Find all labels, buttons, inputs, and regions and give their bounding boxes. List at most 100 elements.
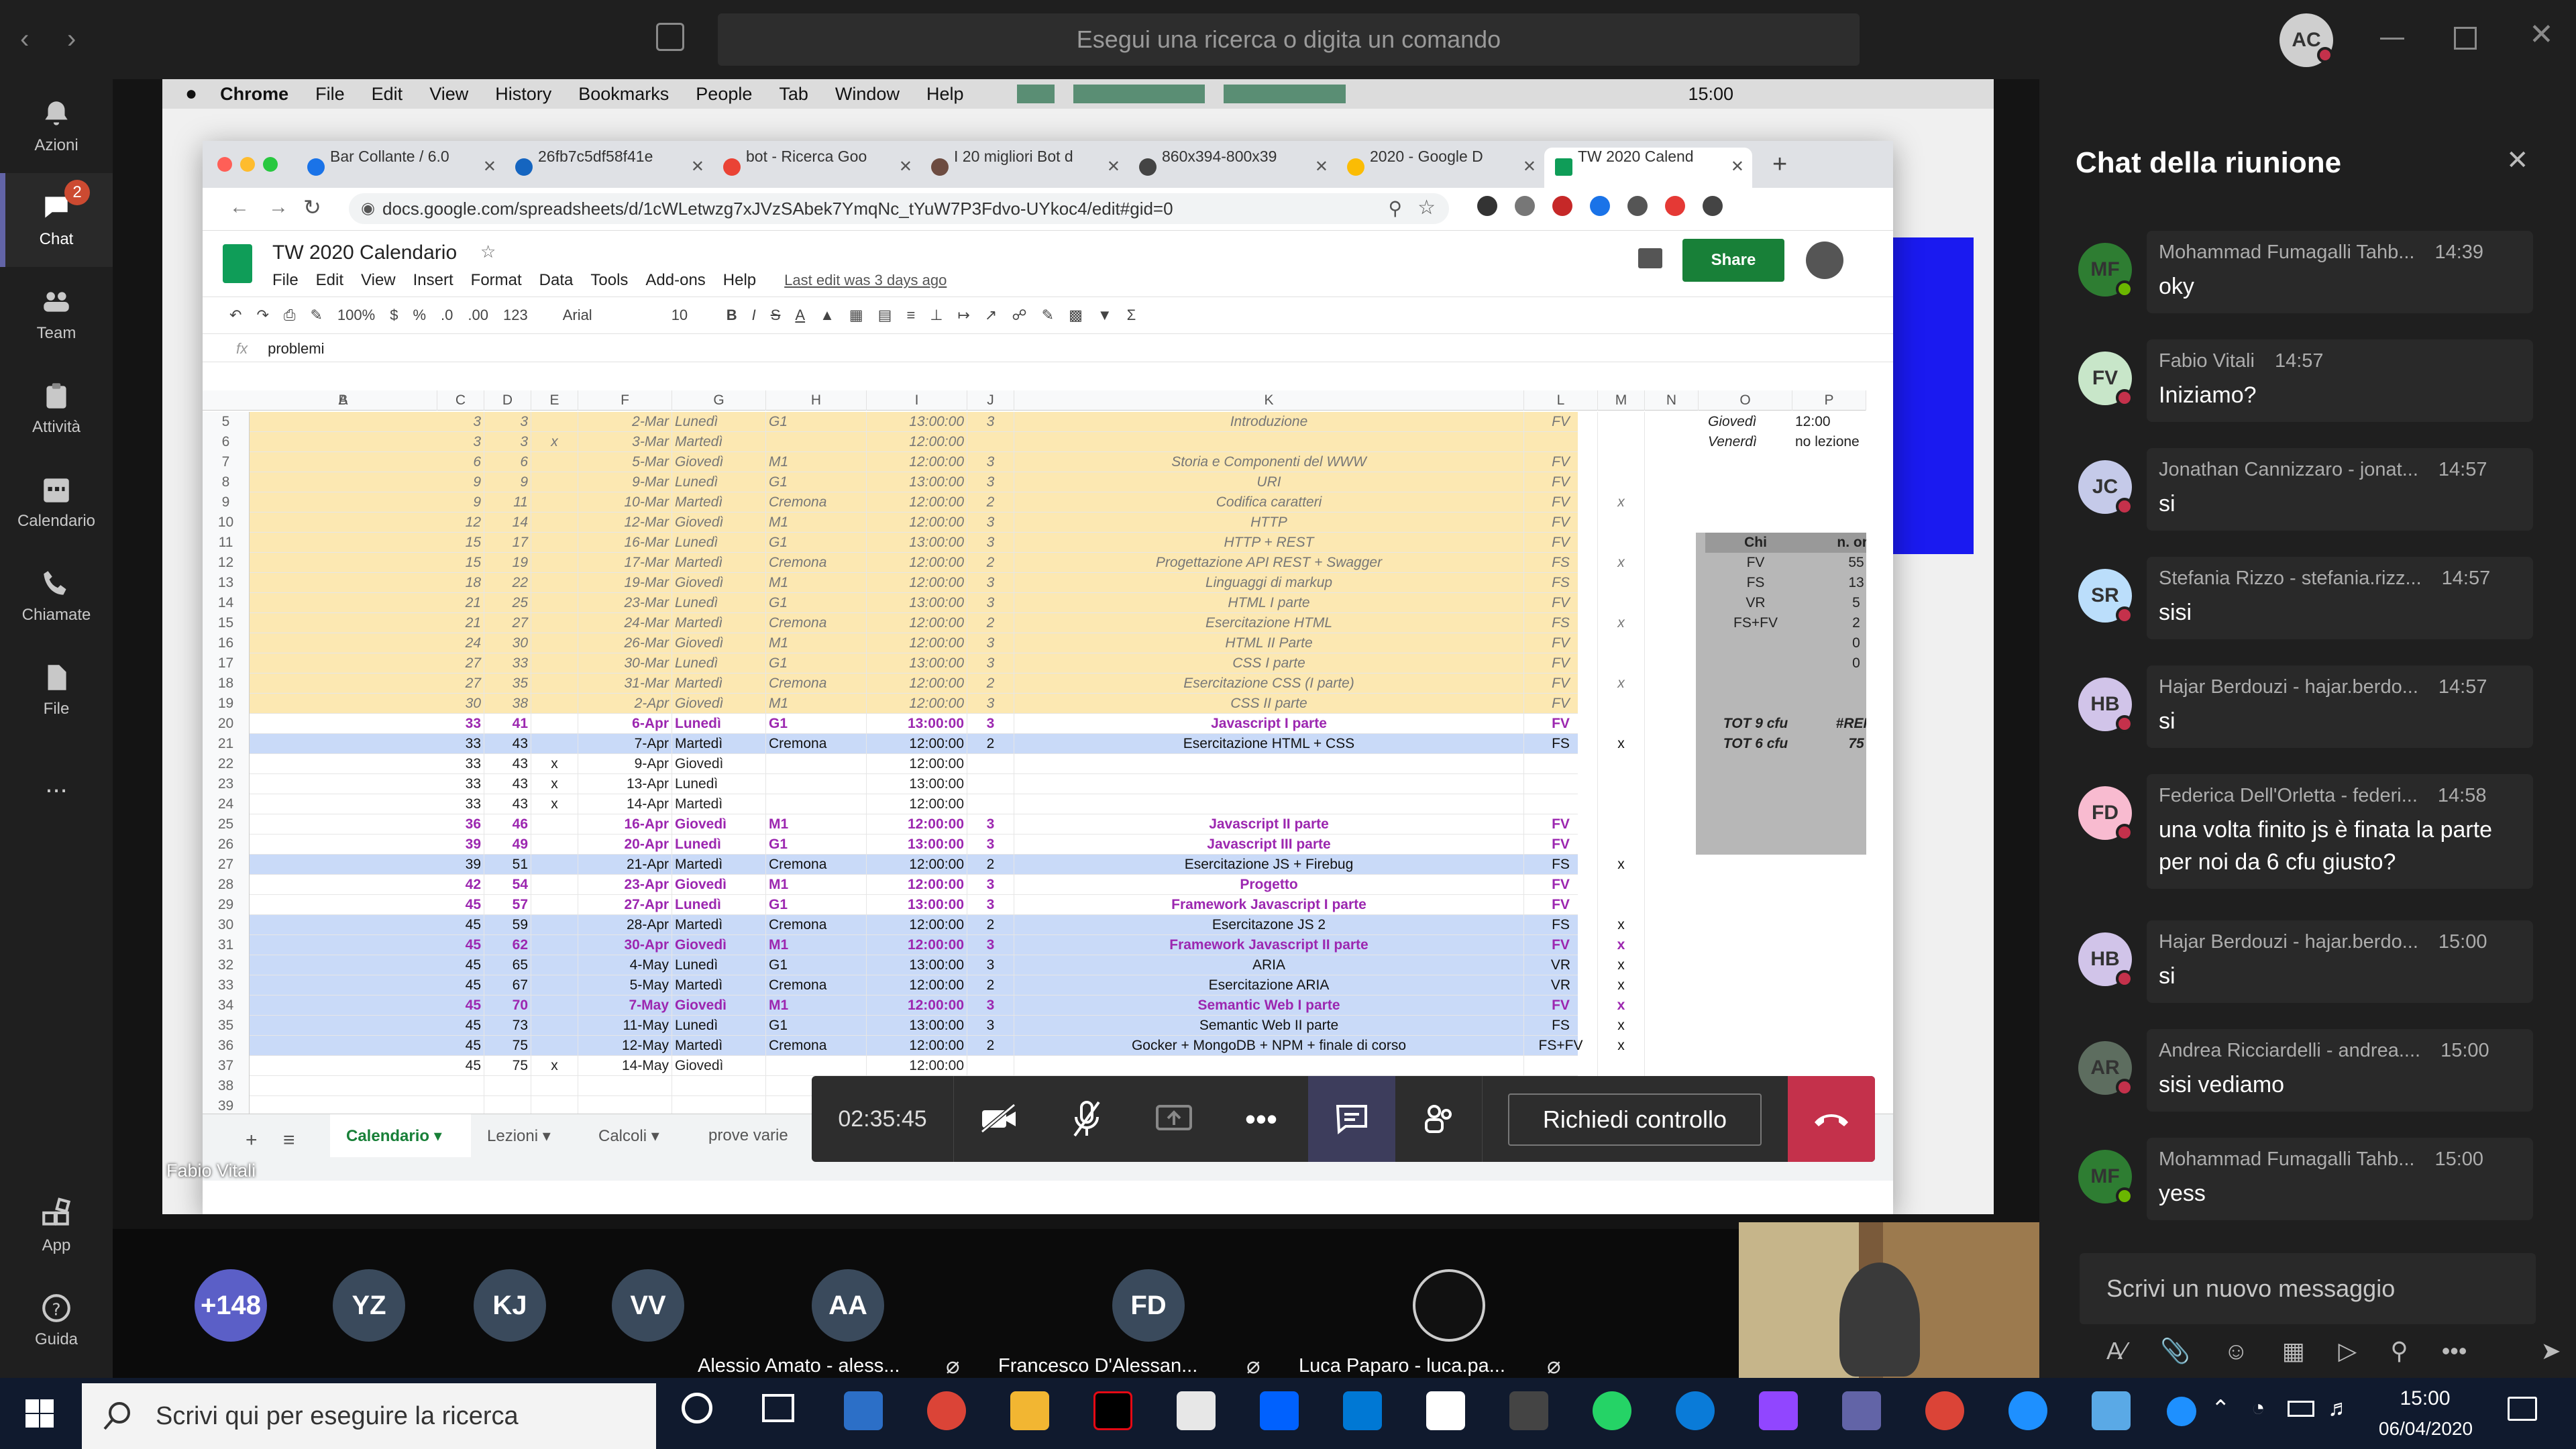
column-header[interactable]: F [578,390,672,411]
menu-help[interactable]: Help [723,271,756,290]
table-cell[interactable]: 30-Apr [578,935,672,955]
table-cell[interactable]: 30 [484,633,531,653]
table-cell[interactable]: 12:00:00 [867,1056,967,1076]
redo-icon[interactable]: ↷ [256,307,268,324]
table-cell[interactable]: VR [1524,955,1598,975]
text-color-icon[interactable]: A [795,307,805,324]
sheet-tab[interactable]: Lezioni ▾ [487,1126,551,1146]
table-cell[interactable] [766,432,867,452]
cortana-icon[interactable] [682,1393,712,1424]
table-cell[interactable]: 16-Apr [578,814,672,835]
share-screen-button[interactable] [1140,1076,1208,1162]
table-cell[interactable] [1598,754,1645,774]
table-cell[interactable]: 12:00:00 [867,754,967,774]
table-cell[interactable]: 12:00:00 [867,814,967,835]
table-cell[interactable]: M1 [766,513,867,533]
table-cell[interactable]: Codifica caratteri [1014,492,1524,513]
praise-icon[interactable]: ⚲ [2390,1337,2408,1365]
paint-format-icon[interactable]: ✎ [310,307,322,324]
participant-avatar[interactable] [1413,1269,1485,1342]
table-cell[interactable]: 23-Apr [578,875,672,895]
table-cell[interactable]: FV [1524,633,1598,653]
browser-tab[interactable]: 860x394-800x39 ✕ [1128,148,1336,188]
font-select[interactable]: Arial [563,307,657,324]
total-cell[interactable]: #REF! [1806,714,1866,734]
table-cell[interactable]: 17-Mar [578,553,672,573]
fill-color-icon[interactable]: ▲ [820,307,835,324]
table-cell[interactable]: Lunedì [672,533,766,553]
table-cell[interactable] [1014,774,1524,794]
table-cell[interactable]: 21-Apr [578,855,672,875]
table-cell[interactable] [1524,1056,1598,1076]
summary-cell[interactable]: 5 [1806,593,1866,613]
row-number[interactable]: 27 [203,855,250,875]
table-cell[interactable]: 7-May [578,996,672,1016]
battery-icon[interactable] [2288,1401,2314,1417]
table-cell[interactable]: 3 [437,432,484,452]
table-cell[interactable]: FS [1524,573,1598,593]
table-cell[interactable]: 27 [437,674,484,694]
notifications-icon[interactable] [2508,1397,2537,1421]
mail-taskbar-icon[interactable] [1343,1391,1382,1430]
table-cell[interactable]: FV [1524,533,1598,553]
table-cell[interactable]: 22 [484,573,531,593]
table-cell[interactable] [766,774,867,794]
schedule-cell[interactable]: Venerdì [1705,432,1792,452]
table-cell[interactable]: Martedì [672,1036,766,1056]
table-cell[interactable]: 11-May [578,1016,672,1036]
table-cell[interactable]: 3 [967,935,1014,955]
table-cell[interactable]: Lunedì [672,955,766,975]
table-cell[interactable]: M1 [766,573,867,593]
table-cell[interactable] [766,754,867,774]
chat-message[interactable]: Fabio Vitali 14:57 Iniziamo? [2147,339,2533,422]
functions-icon[interactable]: Σ [1127,307,1136,324]
send-icon[interactable]: ➤ [2541,1337,2561,1365]
rail-item-azioni[interactable]: Azioni [0,79,113,173]
table-cell[interactable]: 43 [484,754,531,774]
table-cell[interactable]: 45 [437,955,484,975]
table-cell[interactable]: 45 [437,1056,484,1076]
extension-icon[interactable] [1552,196,1572,216]
table-cell[interactable]: Esercitazione CSS (I parte) [1014,674,1524,694]
participant-avatar[interactable]: FD [1112,1269,1185,1342]
table-cell[interactable]: 13:00:00 [867,412,967,432]
row-number[interactable]: 26 [203,835,250,855]
table-cell[interactable]: 33 [437,794,484,814]
table-cell[interactable]: 70 [484,996,531,1016]
table-cell[interactable] [1524,794,1598,814]
table-cell[interactable]: 46 [484,814,531,835]
table-cell[interactable]: 30 [437,694,484,714]
table-cell[interactable]: 45 [437,935,484,955]
column-header[interactable]: G [672,390,766,411]
table-cell[interactable]: 2 [967,915,1014,935]
wrap-icon[interactable]: ↦ [957,307,969,324]
table-cell[interactable]: Martedì [672,553,766,573]
table-cell[interactable]: M1 [766,935,867,955]
table-cell[interactable]: 13:00:00 [867,835,967,855]
table-cell[interactable]: 17 [484,533,531,553]
table-cell[interactable]: 12:00:00 [867,935,967,955]
table-cell[interactable]: 3 [967,835,1014,855]
table-cell[interactable] [531,412,578,432]
whatsapp-taskbar-icon[interactable] [1593,1391,1631,1430]
table-cell[interactable]: Giovedì [672,513,766,533]
table-cell[interactable]: 5-May [578,975,672,996]
last-edit-link[interactable]: Last edit was 3 days ago [784,272,947,289]
table-cell[interactable]: Gocker + MongoDB + NPM + finale di corso [1014,1036,1524,1056]
undo-icon[interactable]: ↶ [229,307,241,324]
rail-item-attivita[interactable]: Attività [0,361,113,455]
row-number[interactable]: 6 [203,432,250,452]
table-cell[interactable]: Framework Javascript I parte [1014,895,1524,915]
row-number[interactable]: 17 [203,653,250,674]
row-number[interactable]: 31 [203,935,250,955]
table-cell[interactable] [437,1076,484,1096]
column-header[interactable]: O [1699,390,1792,411]
chat-message[interactable]: Federica Dell'Orletta - federi... 14:58 un… [2147,774,2533,889]
table-cell[interactable]: FS [1524,915,1598,935]
table-cell[interactable]: 62 [484,935,531,955]
table-cell[interactable]: x [1598,915,1645,935]
table-cell[interactable]: G1 [766,895,867,915]
star-icon[interactable]: ☆ [480,241,496,262]
window-zoom-icon[interactable] [263,157,278,172]
table-cell[interactable]: 14-May [578,1056,672,1076]
